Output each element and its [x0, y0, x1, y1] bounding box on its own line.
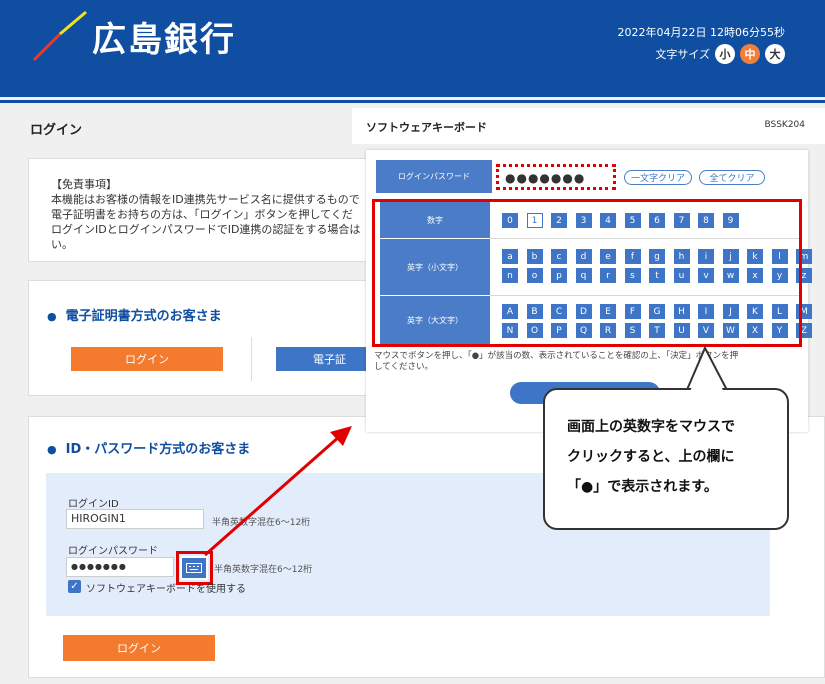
callout-pointer-mask [689, 356, 725, 394]
